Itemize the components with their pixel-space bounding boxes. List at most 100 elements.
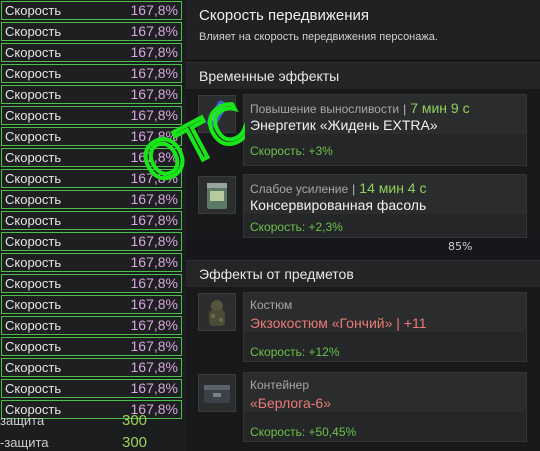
stat-row[interactable]: Скорость 167,8% — [1, 127, 182, 146]
stat-value: 167,8% — [130, 65, 178, 81]
temporary-effects-section: Повышение выносливости | 7 мин 9 с Энергет… — [186, 90, 540, 238]
stat-row[interactable]: Скорость 167,8% — [1, 190, 182, 209]
stat-value: 167,8% — [130, 359, 178, 375]
stat-name: Скорость — [5, 234, 62, 249]
stat-row[interactable]: Скорость 167,8% — [1, 211, 182, 230]
stat-value: 167,8% — [130, 191, 178, 207]
effect-name: Энергетик «Жидень EXTRA» — [250, 117, 438, 133]
stat-row[interactable]: Скорость 167,8% — [1, 316, 182, 335]
stat-name: Скорость — [5, 24, 62, 39]
stat-tooltip: Скорость передвижения Влияет на скорость… — [186, 0, 540, 451]
stat-name: защита — [0, 413, 45, 428]
stat-name: Скорость — [5, 108, 62, 123]
item-card[interactable]: Костюм Экзокостюм «Гончий» | +11 Скорост… — [243, 292, 527, 362]
stat-value: 300 — [122, 434, 148, 451]
separator: | — [403, 102, 407, 116]
stat-value: 167,8% — [130, 275, 178, 291]
item-category: Костюм — [250, 298, 293, 312]
effect-category-line: Слабое усиление | 14 мин 4 с — [250, 180, 427, 196]
stat-value: 167,8% — [130, 338, 178, 354]
stat-name: Скорость — [5, 66, 62, 81]
stat-name: Скорость — [5, 381, 62, 396]
stat-value: 300 — [122, 412, 148, 429]
item-card[interactable]: Контейнер «Берлога-6» Скорость: +50,45% — [243, 372, 527, 442]
background-strip: 85% — [186, 238, 540, 258]
stat-value: 167,8% — [130, 86, 178, 102]
stat-row[interactable]: Скорость 167,8% — [1, 85, 182, 104]
tooltip-description: Влияет на скорость передвижения персонаж… — [199, 31, 438, 43]
tooltip-title: Скорость передвижения — [199, 7, 370, 24]
stat-value: 167,8% — [130, 212, 178, 228]
stat-name: Скорость — [5, 318, 62, 333]
stat-name: Скорость — [5, 276, 62, 291]
stat-row-defense: -защита 300 — [0, 433, 186, 451]
stat-value: 167,8% — [130, 233, 178, 249]
stat-name: Скорость — [5, 171, 62, 186]
stat-value: 167,8% — [130, 128, 178, 144]
effect-bonus: Скорость: +3% — [250, 144, 333, 158]
effect-timer: 7 мин 9 с — [410, 100, 470, 116]
stat-name: Скорость — [5, 297, 62, 312]
stat-name: Скорость — [5, 192, 62, 207]
tooltip-header: Скорость передвижения Влияет на скорость… — [186, 0, 540, 59]
stat-name: Скорость — [5, 360, 62, 375]
effect-card[interactable]: Слабое усиление | 14 мин 4 с Консервирован… — [243, 174, 527, 238]
item-name: Экзокостюм «Гончий» | +11 — [250, 315, 427, 331]
stat-row[interactable]: Скорость 167,8% — [1, 64, 182, 83]
item-category: Контейнер — [250, 378, 310, 392]
stat-row[interactable]: Скорость 167,8% — [1, 253, 182, 272]
effect-timer: 14 мин 4 с — [359, 180, 427, 196]
stat-row[interactable]: Скорость 167,8% — [1, 274, 182, 293]
stat-value: 167,8% — [130, 296, 178, 312]
stat-row-defense: защита 300 — [0, 411, 186, 431]
stat-value: 167,8% — [130, 107, 178, 123]
item-effects-section: Костюм Экзокостюм «Гончий» | +11 Скорост… — [186, 288, 540, 451]
item-effects-heading: Эффекты от предметов — [186, 260, 540, 287]
effect-bonus: Скорость: +2,3% — [250, 220, 343, 234]
stats-list: Скорость 167,8% Скорость 167,8% Скорость 16… — [0, 0, 186, 451]
temporary-effects-heading: Временные эффекты — [186, 62, 540, 89]
item-bonus: Скорость: +12% — [250, 345, 340, 359]
stat-name: Скорость — [5, 3, 62, 18]
item-name: «Берлога-6» — [250, 395, 331, 411]
container-icon — [198, 374, 236, 412]
section-title: Временные эффекты — [199, 68, 340, 84]
stat-row[interactable]: Скорость 167,8% — [1, 169, 182, 188]
stat-name: Скорость — [5, 339, 62, 354]
stat-name: Скорость — [5, 150, 62, 165]
stat-row[interactable]: Скорость 167,8% — [1, 295, 182, 314]
stat-name: Скорость — [5, 255, 62, 270]
effect-card[interactable]: Повышение выносливости | 7 мин 9 с Энергет… — [243, 94, 527, 166]
stat-row[interactable]: Скорость 167,8% — [1, 379, 182, 398]
stat-row[interactable]: Скорость 167,8% — [1, 232, 182, 251]
stat-value: 167,8% — [130, 149, 178, 165]
stat-value: 167,8% — [130, 170, 178, 186]
stat-row[interactable]: Скорость 167,8% — [1, 1, 182, 20]
effect-category: Слабое усиление — [250, 182, 349, 196]
stat-name: -защита — [0, 435, 49, 450]
stat-value: 167,8% — [130, 44, 178, 60]
stat-row[interactable]: Скорость 167,8% — [1, 148, 182, 167]
stat-name: Скорость — [5, 45, 62, 60]
energy-drink-icon — [198, 95, 236, 133]
stat-value: 167,8% — [130, 23, 178, 39]
background-percent: 85% — [448, 240, 473, 253]
stat-row[interactable]: Скорость 167,8% — [1, 358, 182, 377]
stat-value: 167,8% — [130, 317, 178, 333]
stat-value: 167,8% — [130, 254, 178, 270]
stat-value: 167,8% — [130, 380, 178, 396]
stat-name: Скорость — [5, 87, 62, 102]
item-bonus: Скорость: +50,45% — [250, 425, 357, 439]
stat-row[interactable]: Скорость 167,8% — [1, 337, 182, 356]
stat-row[interactable]: Скорость 167,8% — [1, 22, 182, 41]
effect-category-line: Повышение выносливости | 7 мин 9 с — [250, 100, 470, 116]
separator: | — [352, 182, 356, 196]
stat-value: 167,8% — [130, 2, 178, 18]
stat-name: Скорость — [5, 213, 62, 228]
effect-category: Повышение выносливости — [250, 102, 400, 116]
stat-row[interactable]: Скорость 167,8% — [1, 43, 182, 62]
stat-name: Скорость — [5, 129, 62, 144]
effect-name: Консервированная фасоль — [250, 197, 427, 213]
stat-row[interactable]: Скорость 167,8% — [1, 106, 182, 125]
suit-icon — [198, 293, 236, 331]
